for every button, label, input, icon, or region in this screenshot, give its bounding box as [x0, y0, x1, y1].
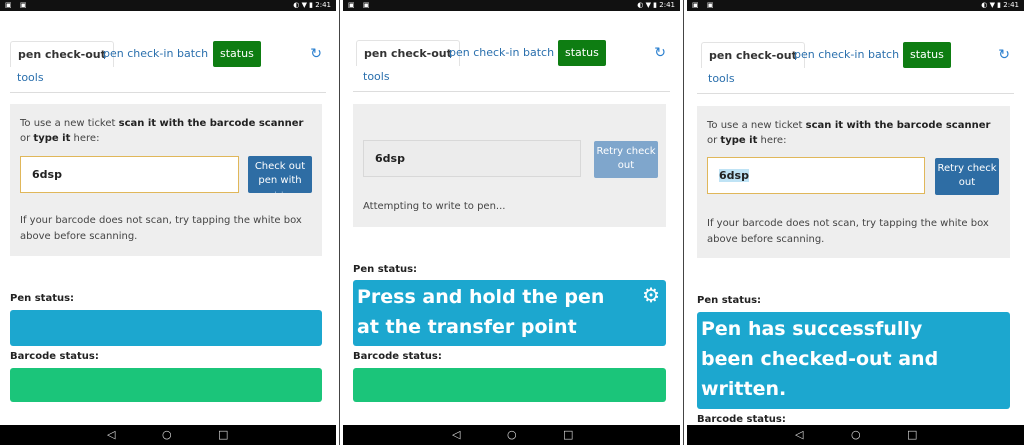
system-icons: ◐ ▼ ▮ — [637, 1, 658, 9]
barcode-status-box — [353, 368, 666, 402]
screen-checkout-initial: ▣ ▣ ◐ ▼ ▮ 2:41 pen check-out pen check-i… — [0, 0, 336, 445]
clock: 2:41 — [315, 1, 331, 9]
back-icon[interactable]: ◁ — [795, 428, 803, 442]
system-nav-bar: ◁ ○ □ — [343, 425, 680, 445]
attempt-message: Attempting to write to pen... — [363, 201, 506, 212]
status-bar: ▣ ▣ ◐ ▼ ▮ 2:41 — [687, 0, 1024, 11]
barcode-status-box — [10, 368, 322, 402]
prompt-text: To use a new ticket — [20, 118, 116, 129]
pen-status-label: Pen status: — [10, 293, 75, 304]
scan-hint: If your barcode does not scan, try tappi… — [707, 218, 989, 245]
prompt-text-or: or — [20, 133, 31, 144]
home-icon[interactable]: ○ — [507, 428, 517, 442]
pen-status-label: Pen status: — [697, 295, 762, 306]
recents-icon[interactable]: □ — [907, 428, 917, 442]
prompt-bold-type: type it — [720, 135, 758, 146]
tab-tools[interactable]: tools — [701, 66, 742, 92]
check-out-button-label: Check out pen with — [254, 161, 306, 186]
tab-bar: pen check-out pen check-in batch status … — [353, 40, 670, 92]
retry-check-out-button[interactable]: Retry check out — [935, 158, 999, 195]
recents-icon[interactable]: □ — [563, 428, 573, 442]
notification-icons: ▣ ▣ — [692, 1, 717, 9]
tab-batch[interactable]: batch — [170, 41, 215, 67]
pen-status-line-1: Press and hold the pen — [357, 286, 605, 308]
home-icon[interactable]: ○ — [162, 428, 172, 442]
gear-icon: ⚙ — [642, 283, 660, 307]
pen-status-label: Pen status: — [353, 264, 418, 275]
pen-status-line-2: at the transfer point — [357, 316, 577, 338]
scan-hint: If your barcode does not scan, try tappi… — [20, 215, 302, 242]
button-overflow-text: h k — [275, 191, 286, 193]
notification-icons: ▣ ▣ — [5, 1, 30, 9]
tab-bar: pen check-out pen check-in batch status … — [697, 42, 1014, 94]
screen-divider — [336, 0, 343, 445]
prompt-text-or: or — [707, 135, 718, 146]
pen-status-message: Pen has successfully been checked-out an… — [701, 314, 1004, 404]
barcode-status-label: Barcode status: — [10, 351, 99, 362]
ticket-card: To use a new ticket scan it with the bar… — [697, 106, 1010, 258]
status-bar-time: ◐ ▼ ▮ 2:41 — [637, 0, 675, 11]
screen-divider — [680, 0, 687, 445]
pen-status-line-1: Pen has successfully — [701, 318, 923, 340]
prompt-text: To use a new ticket — [707, 120, 803, 131]
tab-batch[interactable]: batch — [516, 40, 561, 66]
pen-status-box — [10, 310, 322, 346]
system-icons: ◐ ▼ ▮ — [981, 1, 1002, 9]
status-bar: ▣ ▣ ◐ ▼ ▮ 2:41 — [0, 0, 336, 11]
tab-pen-check-in[interactable]: pen check-in — [787, 42, 871, 68]
barcode-status-label: Barcode status: — [353, 351, 442, 362]
prompt-bold-scan: scan it with the barcode scanner — [118, 118, 304, 129]
prompt-bold-scan: scan it with the barcode scanner — [805, 120, 991, 131]
tab-status[interactable]: status — [558, 40, 606, 66]
refresh-icon[interactable]: ↻ — [998, 47, 1010, 63]
back-icon[interactable]: ◁ — [452, 428, 460, 442]
barcode-status-label: Barcode status: — [697, 414, 786, 425]
ticket-input: 6dsp — [363, 140, 581, 177]
clock: 2:41 — [1003, 1, 1019, 9]
tab-tools[interactable]: tools — [356, 64, 397, 90]
pen-status-line-2: been checked-out and — [701, 348, 939, 370]
ticket-input[interactable]: 6dsp — [707, 157, 925, 194]
tab-tools[interactable]: tools — [10, 65, 51, 91]
notification-icons: ▣ ▣ — [348, 1, 373, 9]
status-bar: ▣ ▣ ◐ ▼ ▮ 2:41 — [343, 0, 680, 11]
ticket-card: To use a new ticket scan it with the bar… — [10, 104, 322, 256]
prompt-text-here: here: — [73, 133, 100, 144]
ticket-card: 6dsp Retry check out Attempting to write… — [353, 104, 666, 227]
pen-status-box: Press and hold the pen at the transfer p… — [353, 280, 666, 346]
pen-status-box: Pen has successfully been checked-out an… — [697, 312, 1010, 409]
clock: 2:41 — [659, 1, 675, 9]
screen-checkout-writing: ▣ ▣ ◐ ▼ ▮ 2:41 pen check-out pen check-i… — [343, 0, 680, 445]
home-icon[interactable]: ○ — [851, 428, 861, 442]
tab-pen-check-in[interactable]: pen check-in — [96, 41, 180, 67]
back-icon[interactable]: ◁ — [107, 428, 115, 442]
ticket-input[interactable]: 6dsp — [20, 156, 239, 193]
refresh-icon[interactable]: ↻ — [654, 45, 666, 61]
status-bar-time: ◐ ▼ ▮ 2:41 — [981, 0, 1019, 11]
prompt-text-here: here: — [760, 135, 787, 146]
retry-check-out-button: Retry check out — [594, 141, 658, 178]
screen-checkout-success: ▣ ▣ ◐ ▼ ▮ 2:41 pen check-out pen check-i… — [687, 0, 1024, 445]
tab-batch[interactable]: batch — [861, 42, 906, 68]
ticket-prompt: To use a new ticket scan it with the bar… — [20, 116, 314, 146]
check-out-button[interactable]: Check out pen with h k — [248, 156, 312, 193]
tab-status[interactable]: status — [213, 41, 261, 67]
prompt-bold-type: type it — [33, 133, 71, 144]
refresh-icon[interactable]: ↻ — [310, 46, 322, 62]
system-nav-bar: ◁ ○ □ — [0, 425, 336, 445]
pen-status-message: Press and hold the pen at the transfer p… — [357, 282, 636, 342]
tab-bar: pen check-out pen check-in batch status … — [10, 41, 326, 93]
recents-icon[interactable]: □ — [218, 428, 228, 442]
ticket-value-selected: 6dsp — [719, 169, 749, 182]
status-bar-time: ◐ ▼ ▮ 2:41 — [293, 0, 331, 11]
system-nav-bar: ◁ ○ □ — [687, 425, 1024, 445]
pen-status-line-3: written. — [701, 378, 787, 400]
tab-status[interactable]: status — [903, 42, 951, 68]
tab-pen-check-in[interactable]: pen check-in — [442, 40, 526, 66]
system-icons: ◐ ▼ ▮ — [293, 1, 314, 9]
ticket-prompt: To use a new ticket scan it with the bar… — [707, 118, 1002, 148]
